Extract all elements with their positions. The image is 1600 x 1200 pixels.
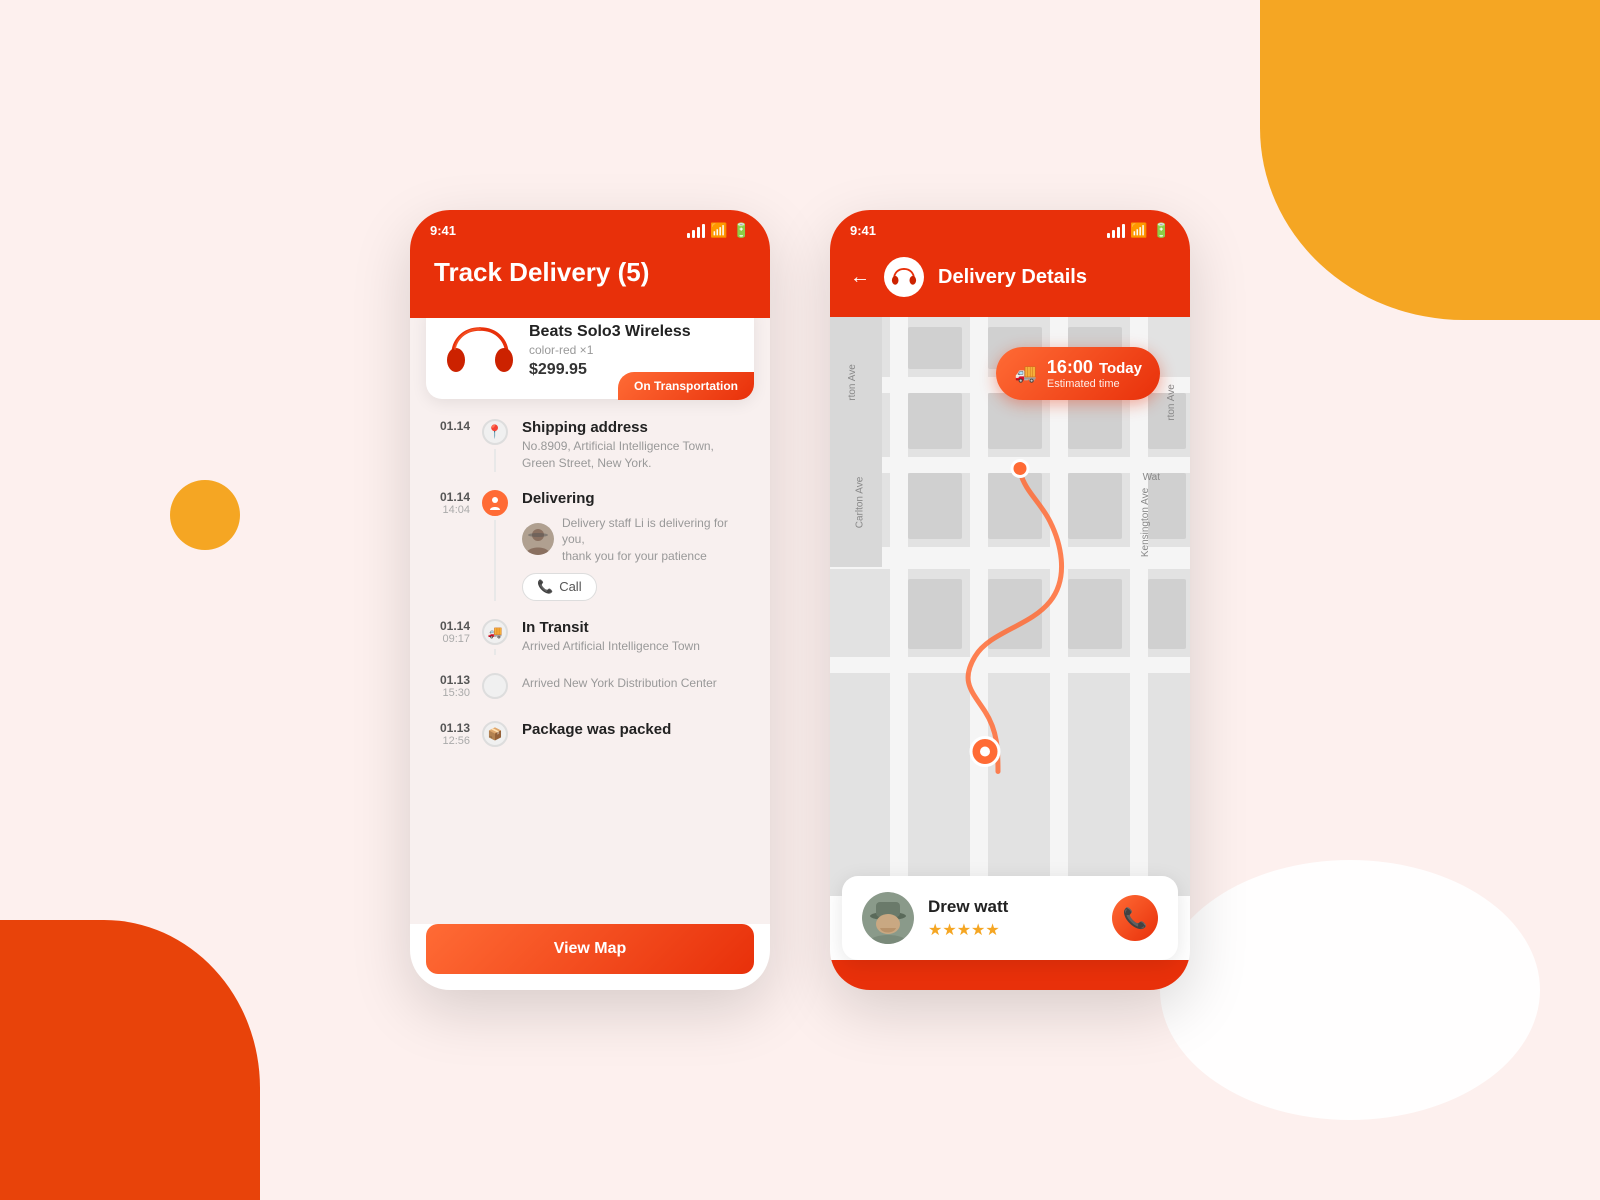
phones-container: 9:41 📶 🔋 Track Delivery (5) (410, 210, 1190, 990)
timeline-date-4: 01.13 15:30 (430, 673, 480, 703)
phone1-title: Track Delivery (5) (434, 257, 746, 288)
timeline-icon-col-5: 📦 (480, 721, 510, 747)
product-variant: color-red ×1 (529, 343, 738, 357)
status-icons-1: 📶 🔋 (687, 222, 750, 239)
timeline-content-2: Delivering Delivery staff Li is d (510, 490, 750, 601)
driver-avatar (862, 892, 914, 944)
staff-avatar (522, 523, 554, 555)
delivery-route (830, 317, 1190, 896)
product-info: Beats Solo3 Wireless color-red ×1 $299.9… (517, 323, 738, 379)
timeline-icon-col-1: 📍 (480, 419, 510, 472)
driver-name: Drew watt (928, 897, 1098, 917)
timeline-content-1: Shipping address No.8909, Artificial Int… (510, 419, 750, 472)
product-name: Beats Solo3 Wireless (529, 323, 738, 341)
timeline-item-1: 01.14 📍 Shipping address No.8909, Artifi… (430, 419, 750, 472)
driver-card: Drew watt ★★★★★ 📞 (842, 876, 1178, 960)
driver-stars: ★★★★★ (928, 920, 1098, 940)
timeline-item-4: 01.13 15:30 Arrived New York Distributio… (430, 673, 750, 703)
phone2-bottom-bar (830, 960, 1190, 990)
phone-circle-icon: 📞 (1123, 906, 1148, 931)
driver-info: Drew watt ★★★★★ (928, 897, 1098, 940)
timeline-date-5: 01.13 12:56 (430, 721, 480, 747)
status-icons-2: 📶 🔋 (1107, 222, 1170, 239)
view-map-button[interactable]: View Map (426, 924, 754, 974)
truck-dot-icon: 🚚 (482, 619, 508, 645)
bg-blob-left-bottom (0, 920, 260, 1200)
location-dot-icon: 📍 (482, 419, 508, 445)
timeline-content-3: In Transit Arrived Artificial Intelligen… (510, 619, 750, 655)
product-image (442, 318, 517, 383)
timeline-icon-col-2 (480, 490, 510, 601)
phone2-header: ← Delivery Details (830, 247, 1190, 317)
phone2-title: Delivery Details (938, 266, 1087, 289)
signal-icon-2 (1107, 224, 1125, 238)
phone1-header: Track Delivery (5) (410, 247, 770, 318)
battery-icon-2: 🔋 (1153, 222, 1170, 239)
battery-icon-1: 🔋 (733, 222, 750, 239)
phone1-body: Beats Solo3 Wireless color-red ×1 $299.9… (410, 318, 770, 924)
timeline-date-1: 01.14 (430, 419, 480, 472)
on-transport-badge: On Transportation (618, 372, 754, 400)
phone2: 9:41 📶 🔋 ← (830, 210, 1190, 990)
call-button[interactable]: 📞 Call (522, 573, 597, 601)
status-bar-2: 9:41 📶 🔋 (830, 210, 1190, 247)
box-dot-icon: 📦 (482, 721, 508, 747)
timeline: 01.14 📍 Shipping address No.8909, Artifi… (410, 399, 770, 781)
plain-dot-icon (482, 673, 508, 699)
eta-time: 16:00 (1047, 357, 1093, 378)
timeline-content-4: Arrived New York Distribution Center (510, 673, 750, 703)
eta-day: Today (1099, 360, 1142, 377)
timeline-content-5: Package was packed (510, 721, 750, 747)
timeline-icon-col-3: 🚚 (480, 619, 510, 655)
phone-icon: 📞 (537, 579, 553, 595)
bg-blob-yellow-left (170, 480, 240, 550)
product-card: Beats Solo3 Wireless color-red ×1 $299.9… (426, 318, 754, 399)
phone1: 9:41 📶 🔋 Track Delivery (5) (410, 210, 770, 990)
timeline-item-2: 01.14 14:04 Delivering (430, 490, 750, 601)
timeline-item-3: 01.14 09:17 🚚 In Transit Arrived Artific… (430, 619, 750, 655)
eta-label: Estimated time (1047, 378, 1142, 390)
bg-blob-right (1260, 0, 1600, 320)
person-dot-icon (482, 490, 508, 516)
timeline-date-3: 01.14 09:17 (430, 619, 480, 655)
signal-icon-1 (687, 224, 705, 238)
status-bar-1: 9:41 📶 🔋 (410, 210, 770, 247)
timeline-icon-col-4 (480, 673, 510, 703)
headphones-icon (445, 321, 515, 381)
wifi-icon-1: 📶 (710, 222, 727, 239)
truck-icon: 🚚 (1014, 363, 1036, 384)
back-button[interactable]: ← (850, 266, 870, 289)
timeline-date-2: 01.14 14:04 (430, 490, 480, 601)
map-area: Carlton Ave rton Ave Kensington Ave Wat … (830, 317, 1190, 896)
eta-badge: 🚚 16:00 Today Estimated time (996, 347, 1160, 400)
timeline-item-5: 01.13 12:56 📦 Package was packed (430, 721, 750, 747)
call-driver-button[interactable]: 📞 (1112, 895, 1158, 941)
header-product-icon (884, 257, 924, 297)
wifi-icon-2: 📶 (1130, 222, 1147, 239)
status-time-1: 9:41 (430, 223, 456, 238)
status-time-2: 9:41 (850, 223, 876, 238)
bg-blob-bottom-right (1160, 860, 1540, 1120)
